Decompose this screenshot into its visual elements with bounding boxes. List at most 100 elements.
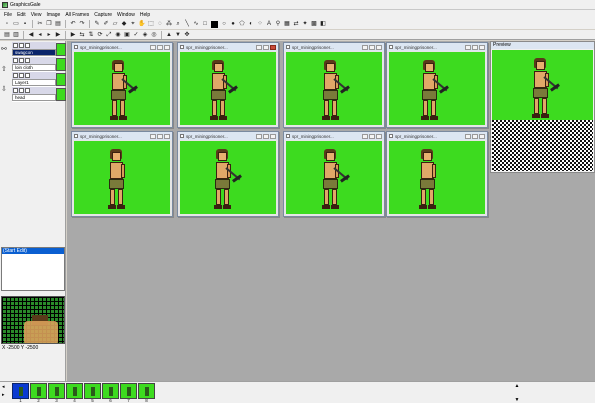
layer-item[interactable]: head [12, 87, 66, 102]
strip-scrollbar[interactable]: ▲ ▼ [514, 383, 520, 403]
sprite-canvas[interactable] [286, 52, 382, 125]
close-icon[interactable] [479, 44, 485, 50]
frame-thumb[interactable] [138, 383, 155, 399]
eyedropper-icon[interactable]: ⚲ [274, 20, 282, 28]
visibility-icon[interactable] [13, 73, 18, 78]
frame-list[interactable]: (Start Edit) [1, 247, 65, 291]
maximize-icon[interactable] [157, 133, 163, 139]
layer-item[interactable]: loin cloth [12, 57, 66, 72]
grid-icon[interactable]: ▩ [310, 20, 318, 28]
frame-window[interactable]: spr_miningprisoner... [177, 131, 279, 217]
frame-window[interactable]: spr_miningprisoner... [386, 131, 488, 217]
replace-icon[interactable]: ⇄ [292, 20, 300, 28]
visibility-icon[interactable] [13, 88, 18, 93]
check-icon[interactable]: ✓ [132, 31, 140, 39]
menu-all-frames[interactable]: All Frames [65, 12, 89, 18]
frame-thumb[interactable] [66, 383, 83, 399]
eraser-icon[interactable]: ▱ [111, 20, 119, 28]
move-icon[interactable]: ✥ [183, 31, 191, 39]
transparency-icon[interactable] [25, 43, 30, 48]
maximize-icon[interactable] [369, 44, 375, 50]
mirror-icon[interactable]: ◧ [319, 20, 327, 28]
frame-thumb[interactable] [84, 383, 101, 399]
minimize-icon[interactable] [150, 44, 156, 50]
last-frame-icon[interactable]: ▶ [54, 31, 62, 39]
filled-ellipse-icon[interactable]: ● [229, 20, 237, 28]
menu-window[interactable]: Window [117, 12, 135, 18]
frame-window[interactable]: spr_miningprisoner... [386, 42, 488, 128]
hand-icon[interactable]: ✋ [138, 20, 146, 28]
close-icon[interactable] [270, 44, 276, 50]
smudge-icon[interactable]: ✦ [301, 20, 309, 28]
minimize-icon[interactable] [362, 44, 368, 50]
menu-edit[interactable]: Edit [17, 12, 26, 18]
first-frame-icon[interactable]: ◀ [27, 31, 35, 39]
frame-window[interactable]: spr_miningprisoner... [283, 42, 385, 128]
move-down-icon[interactable]: ⇩ [1, 85, 11, 93]
layers-icon[interactable]: ▤ [3, 31, 11, 39]
close-icon[interactable] [479, 133, 485, 139]
ellipse-icon[interactable]: ○ [220, 20, 228, 28]
frame-thumb[interactable] [102, 383, 119, 399]
menu-capture[interactable]: Capture [94, 12, 112, 18]
maximize-icon[interactable] [472, 133, 478, 139]
brush-icon[interactable]: ✎ [93, 20, 101, 28]
strip-add-icon[interactable]: ◂ [2, 384, 5, 390]
transparency-icon[interactable] [25, 73, 30, 78]
close-icon[interactable] [164, 133, 170, 139]
minimize-icon[interactable] [256, 133, 262, 139]
resize-icon[interactable]: ⤢ [105, 31, 113, 39]
onion-icon[interactable]: ◎ [150, 31, 158, 39]
prev-frame-icon[interactable]: ◂ [36, 31, 44, 39]
frame-icon[interactable]: ▥ [12, 31, 20, 39]
menu-view[interactable]: View [31, 12, 42, 18]
sprite-canvas[interactable] [180, 141, 276, 214]
gradient-icon[interactable]: ◐ [247, 20, 255, 28]
close-icon[interactable] [376, 44, 382, 50]
next-frame-icon[interactable]: ▸ [45, 31, 53, 39]
polygon-icon[interactable]: ⬠ [238, 20, 246, 28]
lock-icon[interactable] [19, 73, 24, 78]
move-up-icon[interactable]: ⇧ [1, 65, 11, 73]
frame-window[interactable]: spr_miningprisoner... [177, 42, 279, 128]
line-icon[interactable]: ╲ [183, 20, 191, 28]
minimize-icon[interactable] [465, 44, 471, 50]
play-icon[interactable]: ▶ [69, 31, 77, 39]
close-icon[interactable] [270, 133, 276, 139]
minimize-icon[interactable] [150, 133, 156, 139]
scroll-up-icon[interactable]: ▲ [515, 383, 520, 389]
frame-thumb[interactable] [120, 383, 137, 399]
curve-icon[interactable]: ∿ [192, 20, 200, 28]
sprite-canvas[interactable] [74, 141, 170, 214]
close-icon[interactable] [164, 44, 170, 50]
save-icon[interactable]: ▪ [21, 20, 29, 28]
transparency-icon[interactable] [25, 88, 30, 93]
redo-icon[interactable]: ↷ [78, 20, 86, 28]
down-icon[interactable]: ▼ [174, 31, 182, 39]
layer-item[interactable]: Layer1 [12, 72, 66, 87]
fill-icon[interactable]: ◆ [120, 20, 128, 28]
lock-icon[interactable] [19, 43, 24, 48]
visibility-icon[interactable] [13, 58, 18, 63]
zoom-preview[interactable] [1, 296, 65, 344]
close-icon[interactable] [376, 133, 382, 139]
frame-thumb[interactable] [12, 383, 29, 399]
sprite-canvas[interactable] [74, 52, 170, 125]
rect-icon[interactable]: □ [201, 20, 209, 28]
frame-thumb[interactable] [30, 383, 47, 399]
paste-icon[interactable]: ▤ [54, 20, 62, 28]
maximize-icon[interactable] [369, 133, 375, 139]
maximize-icon[interactable] [263, 133, 269, 139]
maximize-icon[interactable] [472, 44, 478, 50]
open-icon[interactable]: ▭ [12, 20, 20, 28]
undo-icon[interactable]: ↶ [69, 20, 77, 28]
frame-window[interactable]: spr_miningprisoner... [283, 131, 385, 217]
select-icon[interactable]: ⬚ [147, 20, 155, 28]
wand-icon[interactable]: ⁂ [165, 20, 173, 28]
link-icon[interactable]: ⚯ [1, 45, 11, 53]
spray-icon[interactable]: ⁘ [256, 20, 264, 28]
rotate-icon[interactable]: ⟳ [96, 31, 104, 39]
flip-h-icon[interactable]: ⇆ [78, 31, 86, 39]
sprite-canvas[interactable] [180, 52, 276, 125]
frame-window[interactable]: spr_miningprisoner... [71, 42, 173, 128]
